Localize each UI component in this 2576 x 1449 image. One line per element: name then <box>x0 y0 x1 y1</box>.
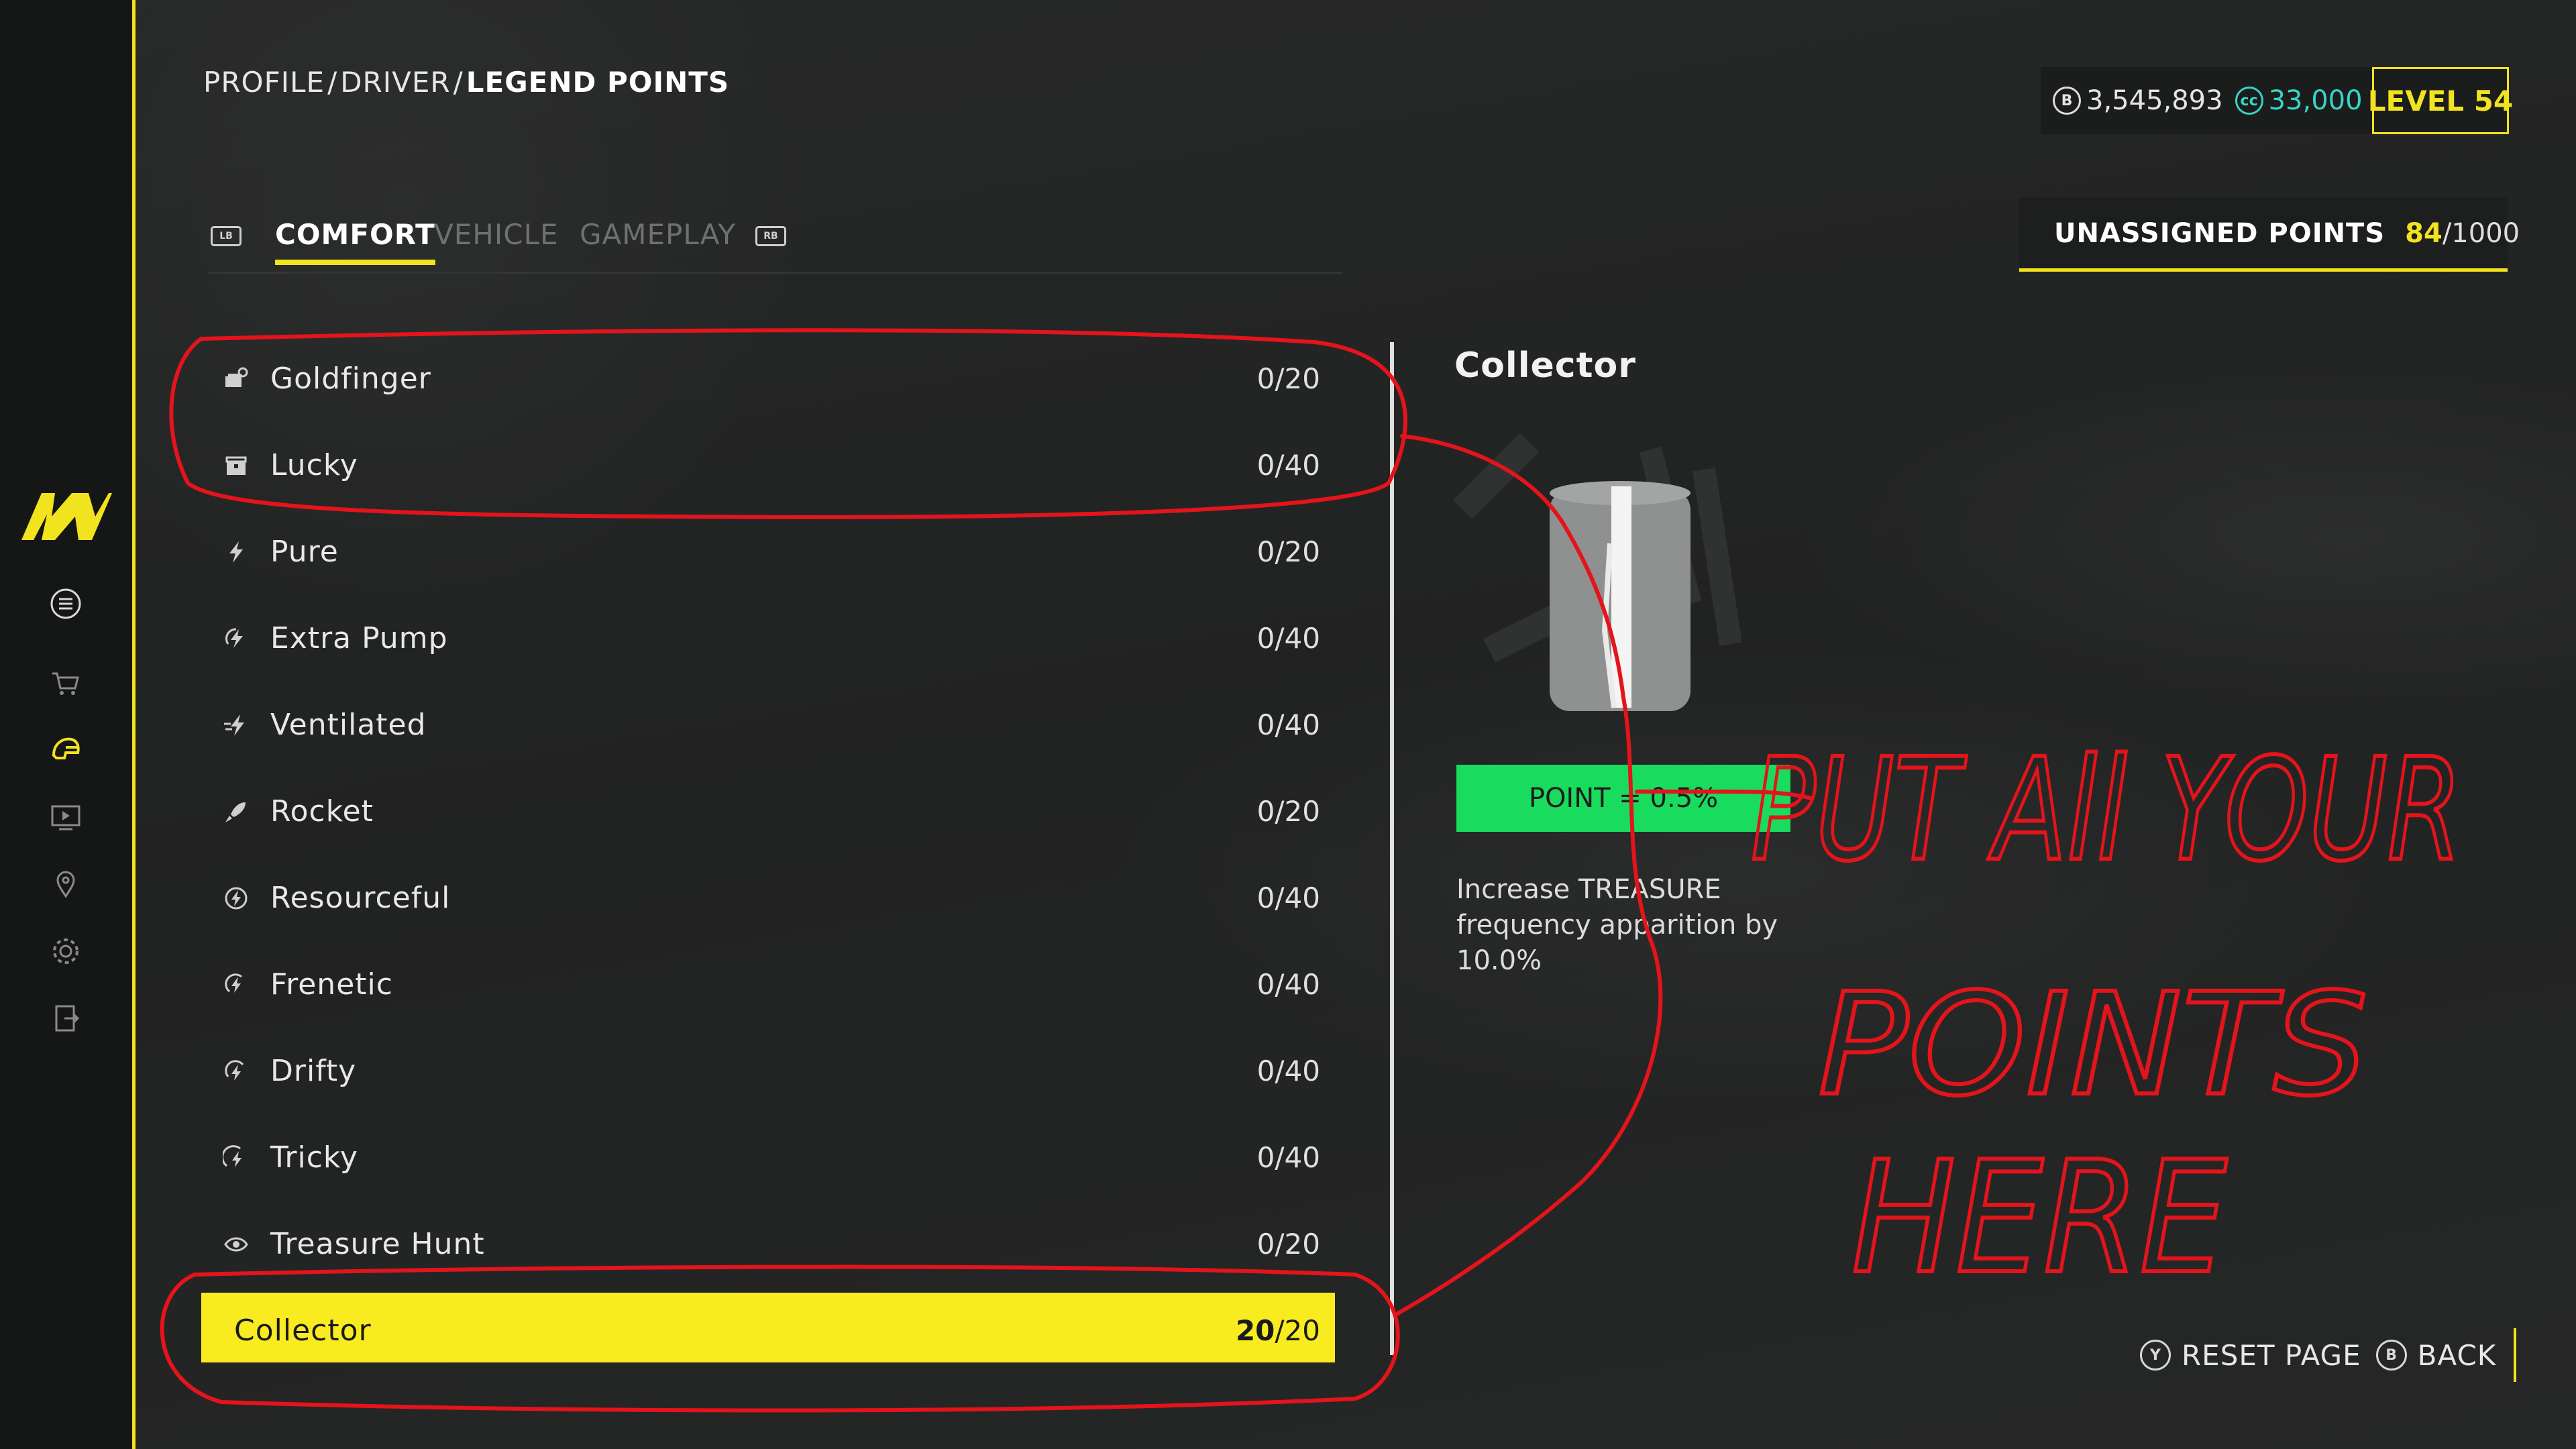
shop-cart-icon[interactable] <box>46 663 86 703</box>
settings-gear-icon[interactable] <box>46 931 86 971</box>
breadcrumb-separator: / <box>327 66 338 99</box>
back-button[interactable]: B BACK <box>2375 1338 2497 1372</box>
perk-value: 0/40 <box>1256 881 1320 914</box>
back-label: BACK <box>2417 1338 2497 1372</box>
footer-actions: Y RESET PAGE B BACK <box>2125 1328 2517 1382</box>
reset-page-label: RESET PAGE <box>2182 1338 2361 1372</box>
replay-screen-icon[interactable] <box>46 797 86 837</box>
perk-value: 0/20 <box>1256 1228 1320 1260</box>
perk-list: Goldfinger 0/20 Lucky 0/40 Pure 0/20 Ext… <box>201 335 1335 1374</box>
perk-value-current: 20 <box>1235 1314 1275 1347</box>
perk-name: Ventilated <box>270 708 427 742</box>
breadcrumb-profile: PROFILE <box>203 66 325 99</box>
breadcrumb-current: LEGEND POINTS <box>466 66 730 99</box>
lightning-trick-icon <box>221 1143 251 1173</box>
perk-row-treasure-hunt[interactable]: Treasure Hunt 0/20 <box>201 1201 1335 1287</box>
lightning-icon <box>221 537 251 567</box>
perk-name: Frenetic <box>270 967 393 1002</box>
perk-row-resourceful[interactable]: Resourceful 0/40 <box>201 855 1335 941</box>
perk-row-frenetic[interactable]: Frenetic 0/40 <box>201 941 1335 1028</box>
perk-name: Drifty <box>270 1054 357 1088</box>
perk-name: Treasure Hunt <box>270 1227 485 1261</box>
perk-name: Tricky <box>270 1140 358 1175</box>
bucks-balance: B 3,545,893 <box>2053 85 2223 116</box>
rb-bumper-icon[interactable]: RB <box>755 226 786 246</box>
eye-icon <box>221 1230 251 1259</box>
brand-logo <box>21 493 112 540</box>
perk-row-extra-pump[interactable]: Extra Pump 0/40 <box>201 595 1335 682</box>
perk-value: 0/40 <box>1256 449 1320 482</box>
menu-icon[interactable] <box>46 584 86 624</box>
list-scrollbar[interactable] <box>1390 342 1394 1355</box>
perk-row-collector-selected[interactable]: Collector 20/20 <box>201 1287 1335 1374</box>
perk-name: Rocket <box>270 794 374 828</box>
y-button-icon: Y <box>2140 1340 2171 1371</box>
reset-page-button[interactable]: Y RESET PAGE <box>2140 1339 2361 1372</box>
svg-text:ㅤ: ㅤ <box>1449 496 1540 603</box>
perk-row-tricky[interactable]: Tricky 0/40 <box>201 1114 1335 1201</box>
level-badge: LEVEL 54 <box>2368 67 2513 134</box>
collector-art: ㅤ <box>1449 433 1742 711</box>
breadcrumb-driver: DRIVER <box>340 66 451 99</box>
perk-row-drifty[interactable]: Drifty 0/40 <box>201 1028 1335 1114</box>
perk-value: 0/20 <box>1256 795 1320 828</box>
lightning-wind-icon <box>221 710 251 740</box>
chest-icon <box>221 451 251 480</box>
lb-bumper-icon[interactable]: LB <box>211 226 241 246</box>
unassigned-points: UNASSIGNED POINTS 84/1000 <box>2019 198 2520 272</box>
rocket-icon <box>221 797 251 826</box>
perk-row-pure[interactable]: Pure 0/20 <box>201 508 1335 595</box>
perk-value: 20/20 <box>1236 1314 1320 1347</box>
category-tabs: LB COMFORT VEHICLE GAMEPLAY RB <box>208 218 1342 274</box>
perk-name: Pure <box>270 535 339 569</box>
credits-value: 33,000 <box>2268 85 2363 116</box>
perk-name: Lucky <box>270 448 358 482</box>
unassigned-total: /1000 <box>2442 217 2520 249</box>
perk-row-goldfinger[interactable]: Goldfinger 0/20 <box>201 335 1335 422</box>
money-stack-icon <box>221 364 251 394</box>
detail-title: Collector <box>1454 345 1636 386</box>
lightning-spin-icon <box>221 970 251 1000</box>
lightning-drift-icon <box>221 1057 251 1086</box>
tab-vehicle[interactable]: VEHICLE <box>434 218 559 251</box>
perk-value-max: /20 <box>1275 1314 1320 1347</box>
lightning-ring-icon <box>221 883 251 913</box>
perk-value: 0/40 <box>1256 622 1320 655</box>
perk-value: 0/40 <box>1256 968 1320 1001</box>
perk-value: 0/20 <box>1256 535 1320 568</box>
lightning-circle-icon <box>221 624 251 653</box>
bucks-value: 3,545,893 <box>2086 85 2223 116</box>
perk-value: 0/40 <box>1256 1141 1320 1174</box>
tab-comfort[interactable]: COMFORT <box>275 218 435 265</box>
breadcrumb: PROFILE/DRIVER/LEGEND POINTS <box>203 66 729 99</box>
perk-name: Collector <box>234 1313 372 1348</box>
detail-description: Increase TREASURE frequency apparition b… <box>1456 874 1778 976</box>
perk-row-rocket[interactable]: Rocket 0/20 <box>201 768 1335 855</box>
credits-balance: cc 33,000 <box>2235 85 2363 116</box>
unassigned-label: UNASSIGNED POINTS <box>2054 217 2385 249</box>
perk-name: Extra Pump <box>270 621 448 655</box>
unassigned-value: 84 <box>2405 217 2443 249</box>
exit-door-icon[interactable] <box>46 998 86 1038</box>
perk-value: 0/40 <box>1256 1055 1320 1087</box>
currency-panel: B 3,545,893 cc 33,000 LEVEL 54 <box>2041 67 2513 134</box>
breadcrumb-separator: / <box>453 66 464 99</box>
b-button-icon: B <box>2375 1340 2407 1371</box>
perk-row-lucky[interactable]: Lucky 0/40 <box>201 422 1335 508</box>
tab-gameplay[interactable]: GAMEPLAY <box>580 218 736 251</box>
location-pin-icon[interactable] <box>46 864 86 904</box>
footer-accent-bar <box>2514 1328 2517 1382</box>
perk-value: 0/40 <box>1256 708 1320 741</box>
bucks-coin-icon: B <box>2053 87 2081 115</box>
perk-name: Goldfinger <box>270 362 431 396</box>
perk-name: Resourceful <box>270 881 451 915</box>
point-value-bar: POINT = 0.5% <box>1456 765 1790 832</box>
perk-value: 0/20 <box>1256 362 1320 395</box>
left-nav <box>0 0 136 1449</box>
credits-coin-icon: cc <box>2235 87 2263 115</box>
driver-helmet-icon[interactable] <box>46 730 86 770</box>
perk-row-ventilated[interactable]: Ventilated 0/40 <box>201 682 1335 768</box>
